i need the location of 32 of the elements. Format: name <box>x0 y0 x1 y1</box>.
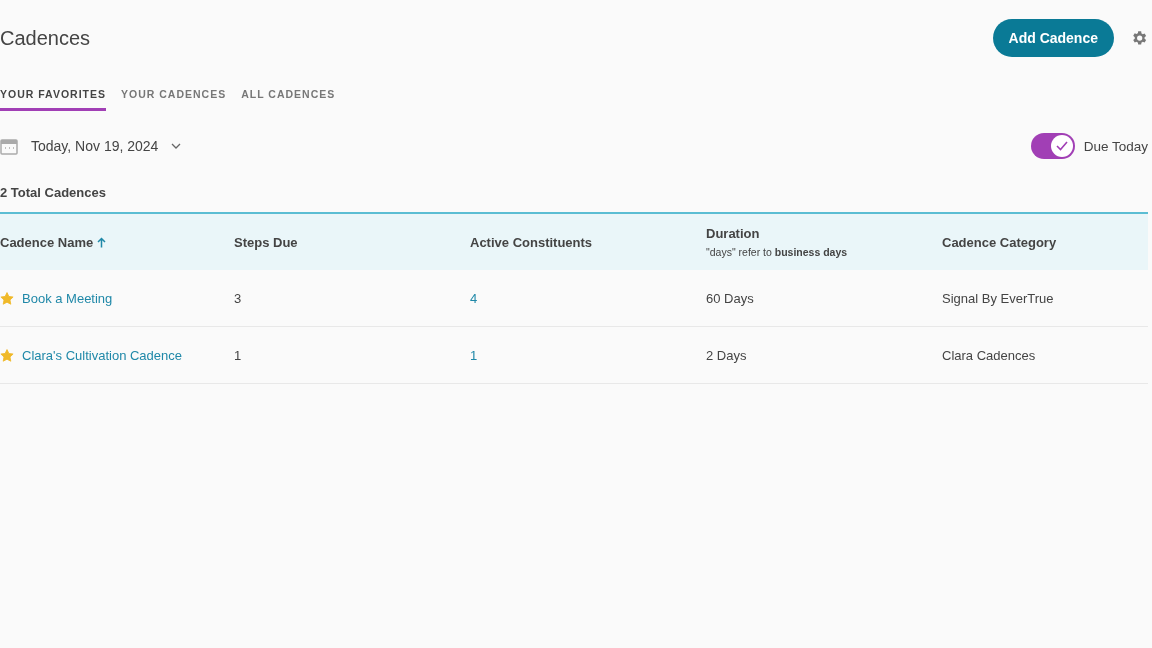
cadence-link[interactable]: Clara's Cultivation Cadence <box>22 347 182 363</box>
table-cell-text: 1 <box>234 347 243 363</box>
star-icon[interactable] <box>0 348 14 362</box>
constituents-link[interactable]: 4 <box>470 291 478 306</box>
settings-icon[interactable] <box>1130 29 1148 47</box>
due-today-switch[interactable] <box>1030 133 1075 159</box>
table-cell-text: 2 Days <box>706 347 748 363</box>
column-header[interactable]: Active Constituents <box>470 234 706 250</box>
tab[interactable]: ALL CADENCES <box>241 88 336 111</box>
column-note: "days" refer to business days <box>706 246 849 258</box>
due-today-label: Due Today <box>1083 138 1148 154</box>
column-header[interactable]: Cadence Name <box>0 234 234 250</box>
page-title: Cadences <box>0 26 91 50</box>
calendar-icon <box>0 137 18 155</box>
star-icon[interactable] <box>0 291 14 305</box>
table-cell-text: 3 <box>234 290 243 306</box>
table-cell-text: 60 Days <box>706 290 755 306</box>
chevron-down-icon <box>171 143 182 149</box>
column-header[interactable]: Steps Due <box>234 234 470 250</box>
check-icon <box>1055 141 1068 151</box>
sort-up-arrow-icon <box>97 236 107 248</box>
table-cell-text: Signal By EverTrue <box>942 290 1055 306</box>
tab[interactable]: YOUR CADENCES <box>121 88 227 111</box>
cadence-link[interactable]: Book a Meeting <box>22 290 113 306</box>
date-picker[interactable]: Today, Nov 19, 2024 <box>0 137 182 155</box>
constituents-link[interactable]: 1 <box>470 348 478 363</box>
column-header[interactable]: Cadence Category <box>942 234 1148 250</box>
total-count: 2 Total Cadences <box>0 185 107 200</box>
add-cadence-button[interactable]: Add Cadence <box>992 19 1114 57</box>
tab[interactable]: YOUR FAVORITES <box>0 88 106 111</box>
column-header[interactable]: Duration <box>706 226 942 241</box>
table-cell-text: Clara Cadences <box>942 347 1037 363</box>
